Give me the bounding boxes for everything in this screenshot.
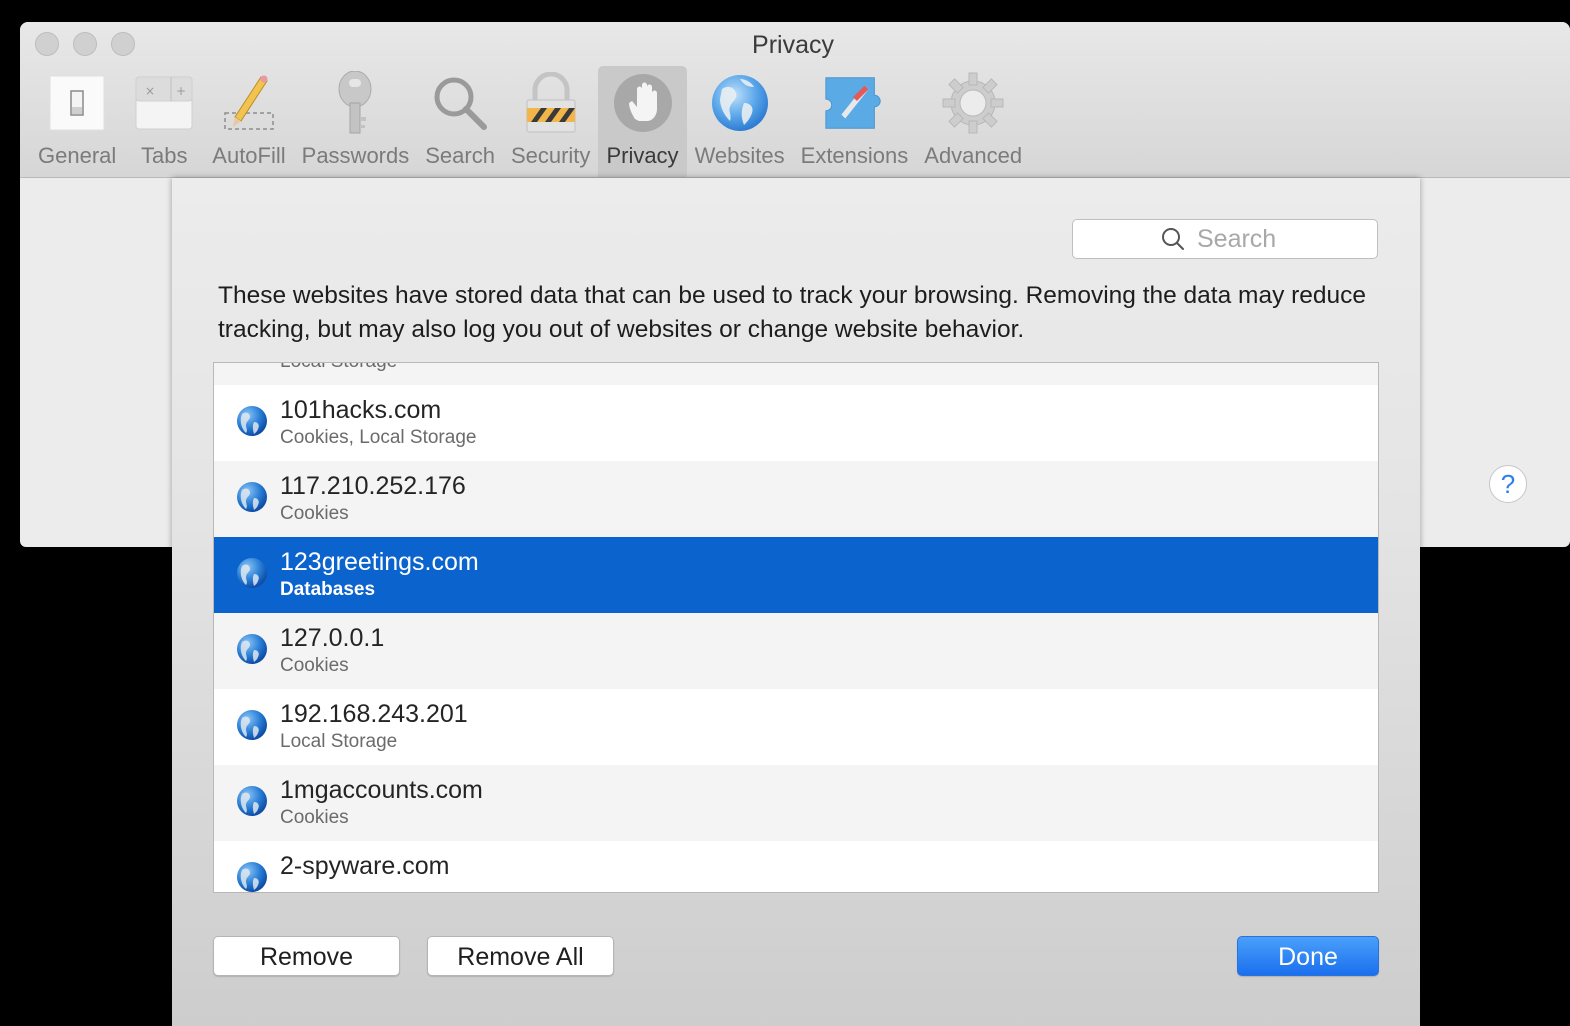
preferences-toolbar: General × + Tabs AutoFill Passwords Sear…	[30, 66, 1030, 177]
general-switch-icon	[45, 71, 109, 135]
key-icon	[323, 71, 387, 135]
list-item[interactable]: 127.0.0.1 Cookies	[214, 613, 1378, 689]
remove-button[interactable]: Remove	[213, 936, 400, 976]
website-name: 1mgaccounts.com	[280, 776, 483, 804]
list-item[interactable]: 117.210.252.176 Cookies	[214, 461, 1378, 537]
tab-advanced[interactable]: Advanced	[916, 66, 1030, 177]
website-name: 127.0.0.1	[280, 624, 385, 652]
list-item-selected[interactable]: 123greetings.com Databases	[214, 537, 1378, 613]
globe-icon	[237, 862, 267, 892]
website-name: 123greetings.com	[280, 548, 479, 576]
website-name: 117.210.252.176	[280, 472, 466, 500]
website-data-types: Cookies	[280, 807, 349, 828]
tab-label: Security	[510, 143, 591, 168]
tab-label: Tabs	[141, 143, 188, 168]
list-item[interactable]: 2-spyware.com	[214, 841, 1378, 892]
done-button[interactable]: Done	[1237, 936, 1379, 976]
list-item[interactable]: 1mgaccounts.com Cookies	[214, 765, 1378, 841]
globe-icon	[237, 558, 267, 588]
tab-label: Privacy	[606, 143, 679, 168]
tab-privacy[interactable]: Privacy	[598, 66, 687, 177]
list-item[interactable]: Local Storage	[214, 363, 1378, 385]
tab-label: Extensions	[800, 143, 909, 168]
pencil-icon	[217, 71, 281, 135]
website-data-types: Cookies, Local Storage	[280, 427, 477, 448]
svg-text:+: +	[176, 84, 186, 98]
window-title: Privacy	[752, 31, 834, 59]
website-data-types: Local Storage	[280, 731, 398, 752]
tabs-icon: × +	[132, 71, 196, 135]
tab-label: Websites	[694, 143, 785, 168]
globe-icon	[237, 634, 267, 664]
globe-icon	[237, 482, 267, 512]
tab-general[interactable]: General	[30, 66, 124, 177]
help-button[interactable]: ?	[1489, 465, 1527, 503]
website-name: 2-spyware.com	[280, 852, 450, 880]
tab-websites[interactable]: Websites	[687, 66, 793, 177]
tab-security[interactable]: Security	[503, 66, 598, 177]
globe-icon	[708, 71, 772, 135]
website-data-types: Cookies	[280, 503, 349, 524]
website-list-rows: Local Storage 101hacks.com Cookies, Loca…	[214, 363, 1378, 892]
svg-text:×: ×	[145, 84, 155, 98]
padlock-icon	[519, 71, 583, 135]
website-data-types: Cookies	[280, 655, 349, 676]
list-item[interactable]: 192.168.243.201 Local Storage	[214, 689, 1378, 765]
titlebar: Privacy General × + Tabs AutoFill Passwo…	[20, 22, 1570, 178]
tab-label: Advanced	[924, 143, 1023, 168]
website-name: 101hacks.com	[280, 396, 442, 424]
hand-icon	[611, 71, 675, 135]
puzzle-compass-icon	[822, 71, 886, 135]
tab-passwords[interactable]: Passwords	[294, 66, 418, 177]
search-field[interactable]	[1072, 219, 1378, 259]
website-data-list[interactable]: Local Storage 101hacks.com Cookies, Loca…	[213, 362, 1379, 893]
list-item[interactable]: 101hacks.com Cookies, Local Storage	[214, 385, 1378, 461]
tab-autofill[interactable]: AutoFill	[204, 66, 293, 177]
globe-icon	[237, 786, 267, 816]
globe-icon	[237, 406, 267, 436]
website-data-types: Databases	[280, 579, 376, 600]
tab-search[interactable]: Search	[417, 66, 503, 177]
gear-icon	[941, 71, 1005, 135]
magnifier-icon	[428, 71, 492, 135]
remove-all-button[interactable]: Remove All	[427, 936, 614, 976]
tab-label: General	[38, 143, 117, 168]
tab-tabs[interactable]: × + Tabs	[124, 66, 204, 177]
tab-extensions[interactable]: Extensions	[793, 66, 917, 177]
description-text: These websites have stored data that can…	[218, 282, 1367, 343]
website-data-types: Local Storage	[280, 363, 397, 373]
manage-website-data-sheet: These websites have stored data that can…	[172, 178, 1420, 1026]
globe-icon	[237, 710, 267, 740]
tab-label: Search	[425, 143, 495, 168]
search-input[interactable]	[1195, 223, 1289, 255]
search-icon	[1162, 228, 1184, 250]
website-name: 192.168.243.201	[280, 700, 468, 728]
tab-label: Passwords	[301, 143, 410, 168]
tab-label: AutoFill	[212, 143, 286, 168]
